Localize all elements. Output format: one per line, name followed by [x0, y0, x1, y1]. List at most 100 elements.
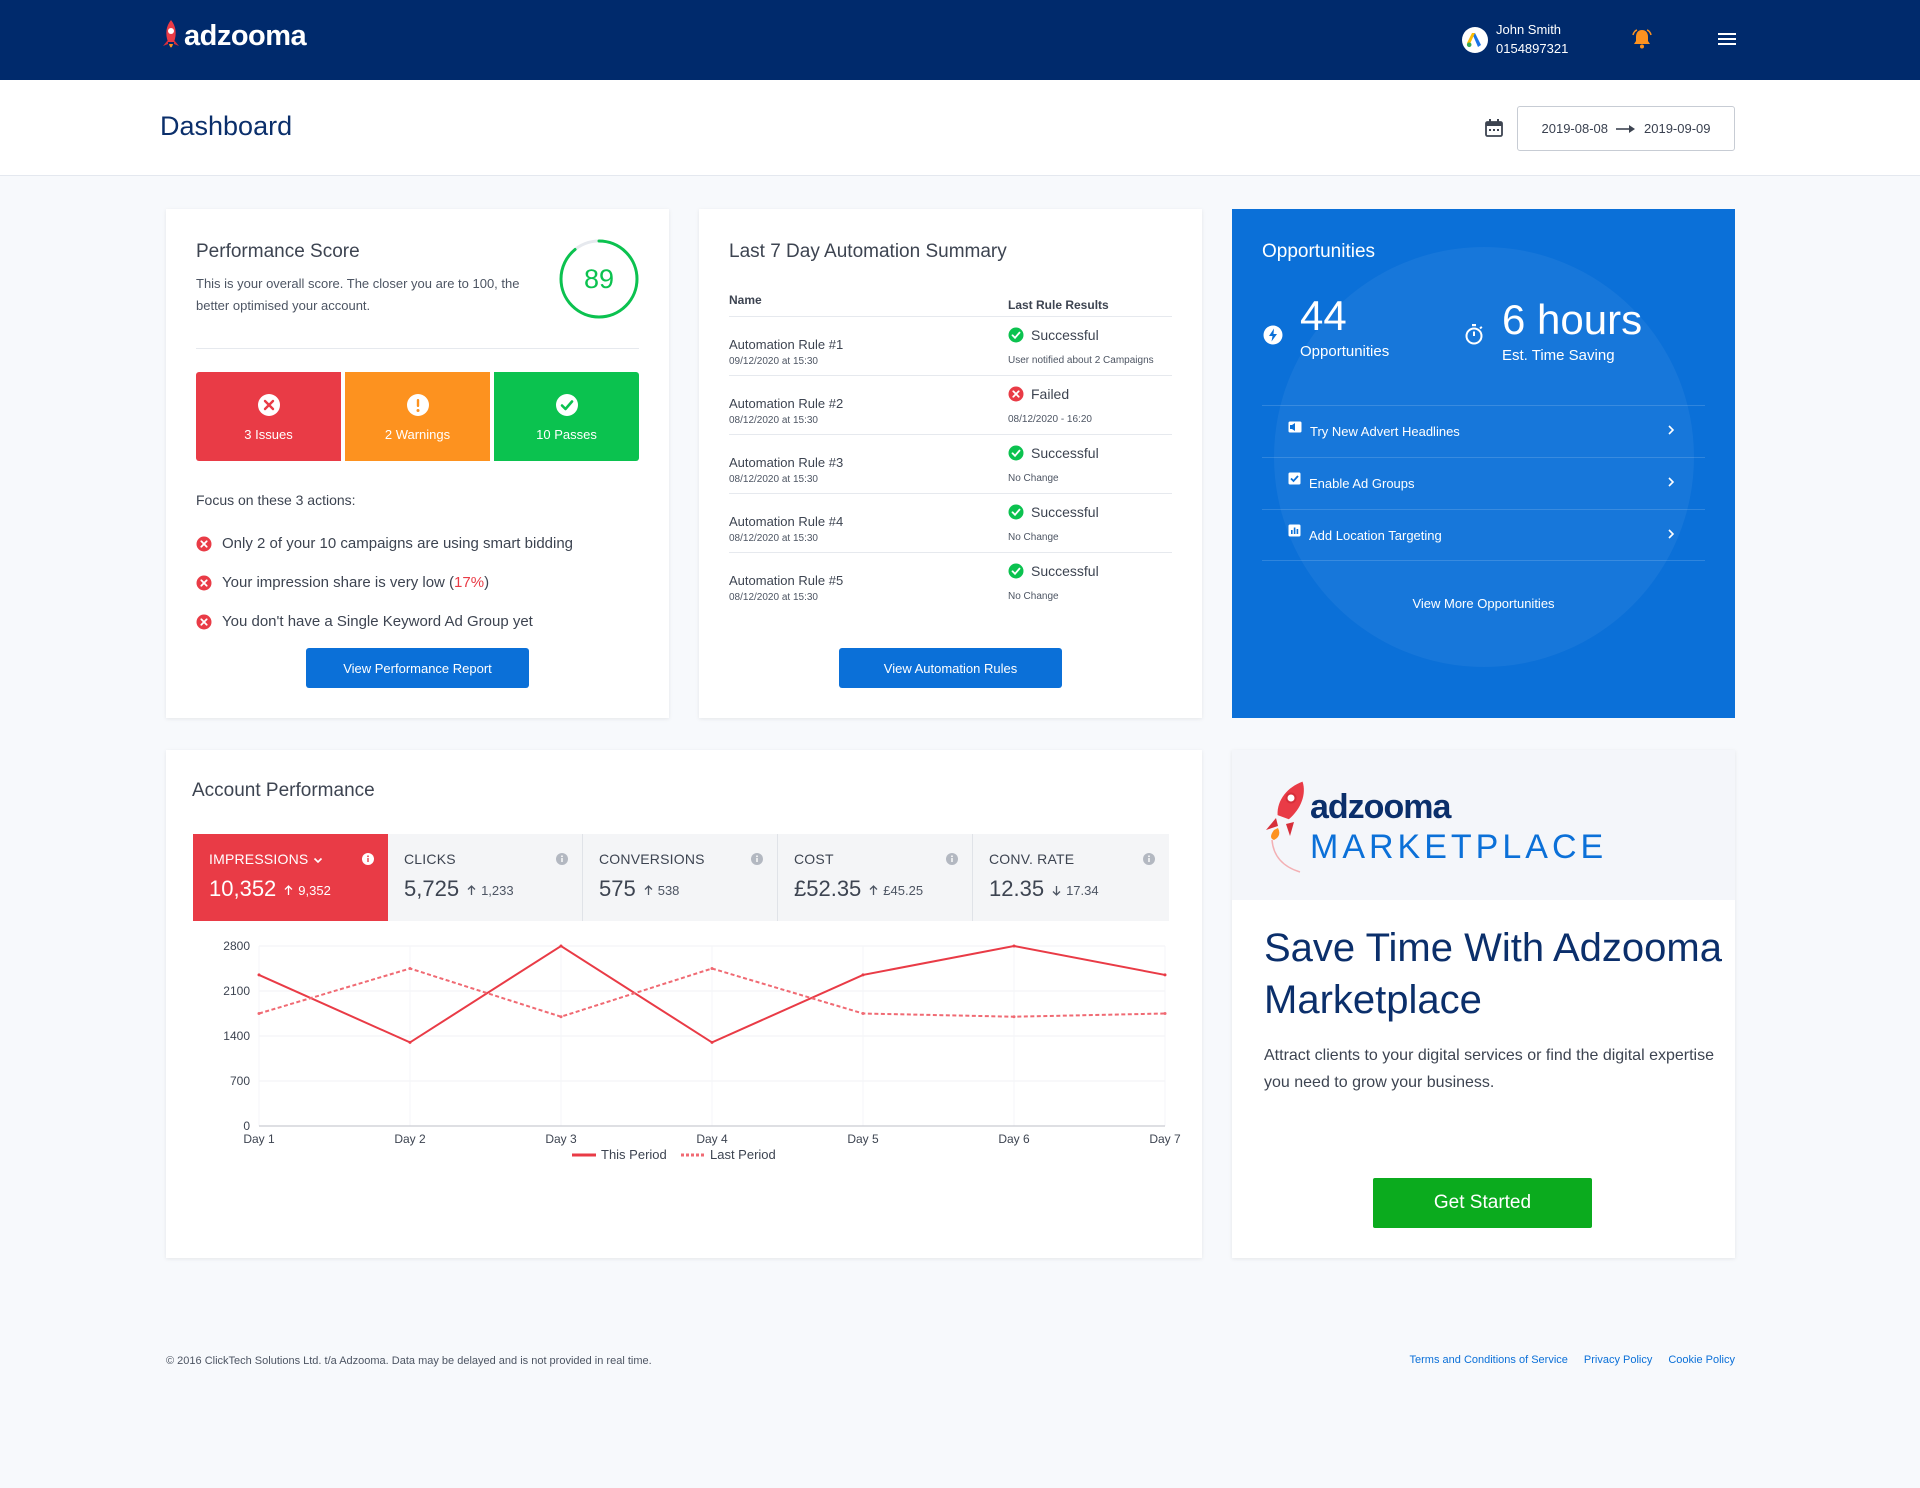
rule-status: Successful	[1008, 504, 1099, 520]
calendar-icon[interactable]	[1484, 118, 1504, 143]
table-row[interactable]: Automation Rule #4 08/12/2020 at 15:30 Suc…	[729, 494, 1172, 553]
info-icon[interactable]	[362, 853, 374, 865]
metric-value: 10,352	[209, 876, 277, 901]
user-menu[interactable]: John Smith 0154897321	[1462, 20, 1568, 58]
marketplace-banner: adzooma MARKETPLACE	[1232, 750, 1735, 900]
data-point	[1012, 944, 1016, 948]
list-item: Your impression share is very low (17%)	[196, 563, 573, 602]
marketplace-description: Attract clients to your digital services…	[1264, 1047, 1714, 1091]
info-icon[interactable]	[946, 853, 958, 865]
rule-name: Automation Rule #5	[729, 573, 844, 588]
table-header: Name Last Rule Results	[729, 293, 1172, 317]
data-point	[1163, 1012, 1167, 1015]
time-saving-value: 6 hours	[1502, 296, 1643, 343]
date-end: 2019-09-09	[1644, 121, 1711, 136]
data-point	[861, 1012, 865, 1015]
table-row[interactable]: Automation Rule #2 08/12/2020 at 15:30 Fai…	[729, 376, 1172, 435]
metric-value: 575	[599, 876, 636, 901]
metric-tab-conversions[interactable]: CONVERSIONS 575 538	[583, 834, 778, 921]
success-icon	[1008, 445, 1024, 461]
terms-link[interactable]: Terms and Conditions of Service	[1410, 1354, 1568, 1366]
opportunity-label: Try New Advert Headlines	[1310, 424, 1460, 439]
arrow-down-icon	[1052, 886, 1061, 896]
y-tick-label: 700	[230, 1074, 250, 1088]
warning-icon	[406, 394, 429, 416]
hamburger-menu-icon[interactable]	[1718, 32, 1736, 51]
score-ring: 89	[559, 239, 639, 319]
error-icon	[196, 575, 212, 590]
cookie-link[interactable]: Cookie Policy	[1668, 1354, 1735, 1366]
list-item: Only 2 of your 10 campaigns are using sm…	[196, 524, 573, 563]
metric-tab-cost[interactable]: COST £52.35 £45.25	[778, 834, 973, 921]
opportunities-count-label: Opportunities	[1300, 343, 1390, 360]
view-automation-rules-button[interactable]: View Automation Rules	[839, 648, 1062, 688]
error-icon	[257, 394, 280, 416]
marketplace-logo-subtext: MARKETPLACE	[1310, 828, 1608, 866]
warnings-box[interactable]: 2 Warnings	[345, 372, 490, 461]
page-header: Dashboard 2019-08-08 2019-09-09	[0, 80, 1920, 176]
page-title: Dashboard	[160, 111, 293, 141]
data-point	[1012, 1015, 1016, 1019]
rocket-icon	[163, 20, 179, 48]
chevron-right-icon	[1668, 477, 1675, 487]
rule-date: 08/12/2020 at 15:30	[729, 592, 818, 603]
metric-tab-impressions[interactable]: IMPRESSIONS 10,352 9,352	[193, 834, 388, 921]
metric-value: 5,725	[404, 876, 460, 901]
opportunities-card: Opportunities 44 Opportunities 6 hours E…	[1232, 209, 1735, 718]
chevron-down-icon[interactable]	[313, 857, 323, 864]
metric-value: 12.35	[989, 876, 1045, 901]
view-performance-report-button[interactable]: View Performance Report	[306, 648, 529, 688]
opportunity-label: Add Location Targeting	[1309, 527, 1442, 543]
chevron-right-icon	[1668, 529, 1675, 539]
logo-text: adzooma	[184, 19, 307, 52]
rule-name: Automation Rule #2	[729, 396, 844, 411]
metric-tab-conv-rate[interactable]: CONV. RATE 12.35 17.34	[973, 834, 1169, 921]
rule-status: Successful	[1008, 327, 1099, 343]
bar-chart-icon	[1288, 524, 1301, 536]
date-range-picker[interactable]: 2019-08-08 2019-09-09	[1517, 106, 1735, 151]
x-tick-label: Day 1	[243, 1132, 275, 1146]
rule-note: No Change	[1008, 532, 1059, 543]
y-tick-label: 1400	[223, 1029, 250, 1043]
passes-label: 10 Passes	[536, 427, 597, 442]
issues-box[interactable]: 3 Issues	[196, 372, 341, 461]
performance-line-chart: 2800 2100 1400 700 0Day 1 Day 2 Day 3 Day 4 Day …	[223, 939, 1181, 1162]
app-logo[interactable]: adzooma	[160, 18, 307, 54]
rule-date: 08/12/2020 at 15:30	[729, 415, 818, 426]
get-started-button[interactable]: Get Started	[1373, 1178, 1592, 1228]
google-ads-icon	[1462, 27, 1488, 53]
privacy-link[interactable]: Privacy Policy	[1584, 1354, 1652, 1366]
rule-name: Automation Rule #3	[729, 455, 844, 470]
info-icon[interactable]	[556, 853, 568, 865]
info-icon[interactable]	[1143, 853, 1155, 865]
table-row[interactable]: Automation Rule #3 08/12/2020 at 15:30 Suc…	[729, 435, 1172, 494]
chevron-right-icon	[1668, 425, 1675, 435]
data-point	[559, 944, 563, 948]
metric-tabs: IMPRESSIONS 10,352 9,352 CLICKS 5,725 1,233 CO…	[193, 834, 1169, 921]
error-icon	[196, 536, 212, 551]
focus-actions-list: Only 2 of your 10 campaigns are using sm…	[196, 524, 573, 641]
view-more-opportunities-link[interactable]: View More Opportunities	[1232, 596, 1735, 611]
metric-delta: 9,352	[284, 883, 331, 898]
account-performance-title: Account Performance	[192, 780, 375, 801]
opportunity-item-ad-groups[interactable]: Enable Ad Groups	[1262, 457, 1705, 509]
rule-status: Successful	[1008, 445, 1099, 461]
arrow-up-icon	[284, 885, 293, 895]
opportunity-item-location[interactable]: Add Location Targeting	[1262, 509, 1705, 561]
opportunity-item-headlines[interactable]: Try New Advert Headlines	[1262, 405, 1705, 457]
data-point	[861, 973, 865, 977]
table-row[interactable]: Automation Rule #5 08/12/2020 at 15:30 Suc…	[729, 553, 1172, 612]
info-icon[interactable]	[751, 853, 763, 865]
table-row[interactable]: Automation Rule #1 09/12/2020 at 15:30 Suc…	[729, 317, 1172, 376]
data-point	[257, 973, 261, 977]
focus-title: Focus on these 3 actions:	[196, 492, 356, 508]
passes-box[interactable]: 10 Passes	[494, 372, 639, 461]
metric-delta: 17.34	[1052, 883, 1099, 898]
stopwatch-icon	[1465, 324, 1483, 345]
column-name: Name	[729, 293, 762, 307]
metric-tab-clicks[interactable]: CLICKS 5,725 1,233	[388, 834, 583, 921]
rule-date: 08/12/2020 at 15:30	[729, 533, 818, 544]
bell-icon[interactable]	[1631, 28, 1653, 55]
footer-copyright: © 2016 ClickTech Solutions Ltd. t/a Adzo…	[166, 1355, 652, 1367]
y-tick-label: 2800	[223, 939, 250, 953]
